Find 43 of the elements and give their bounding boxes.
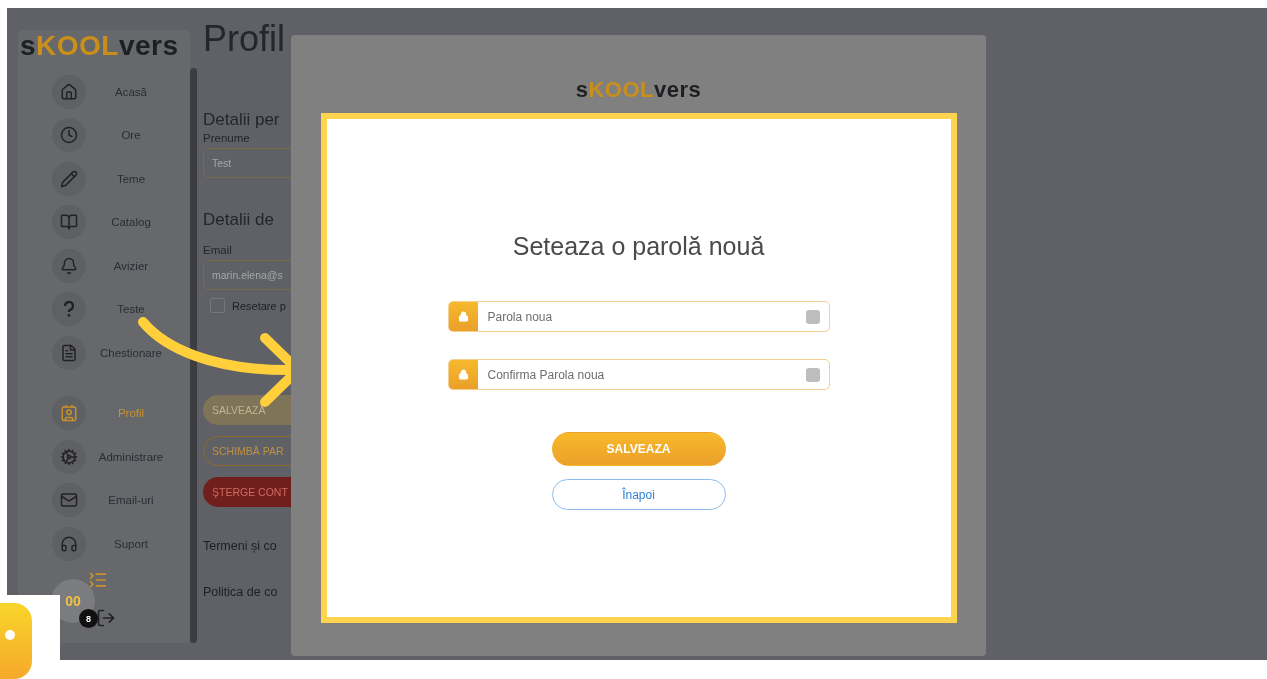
skoolvers-logo: sKOOLvers: [20, 30, 179, 62]
nav-icon: [60, 404, 78, 423]
page-title: Profil: [203, 18, 286, 60]
password-field[interactable]: Confirma Parola noua: [447, 359, 830, 390]
nav-icon: [60, 343, 78, 362]
question-icon: [64, 301, 74, 318]
footer-link[interactable]: Politica de co: [203, 585, 278, 599]
save-button[interactable]: SALVEAZA: [551, 432, 726, 466]
nav-icon: [60, 256, 78, 275]
sidebar-item[interactable]: Administrare: [18, 435, 190, 479]
nav-icon: [60, 169, 78, 188]
nav-icon: [60, 82, 78, 101]
sidebar-item[interactable]: Avizier: [18, 244, 190, 288]
section-heading: Detalii de: [203, 210, 274, 230]
lock-icon: [457, 311, 469, 322]
sidebar-item[interactable]: Profil: [18, 391, 190, 435]
field-label: Prenume: [203, 132, 250, 144]
logout-icon[interactable]: [96, 607, 116, 628]
scrollbar[interactable]: [190, 68, 197, 643]
password-field[interactable]: Parola noua: [447, 301, 830, 332]
nav-icon: [60, 213, 78, 232]
back-button[interactable]: Înapoi: [551, 479, 726, 510]
modal-title: Seteaza o parolă nouă: [512, 232, 765, 261]
checkbox-label: Resetare p: [232, 299, 286, 312]
lock-icon: [457, 369, 469, 380]
footer-link[interactable]: Termeni și co: [203, 539, 277, 553]
sidebar-item[interactable]: Chestionare: [18, 331, 190, 375]
skoolvers-logo: sKOOLvers: [575, 77, 702, 103]
sidebar-item[interactable]: Suport: [18, 522, 190, 566]
sidebar-item[interactable]: Catalog: [18, 200, 190, 244]
nav-icon: [60, 447, 78, 466]
collapse-menu-icon[interactable]: [88, 569, 108, 590]
sidebar-item[interactable]: Email-uri: [18, 478, 190, 522]
nav-icon: [60, 491, 78, 510]
nav-icon: [60, 126, 78, 145]
field-label: Email: [203, 244, 232, 256]
sidebar-item[interactable]: Teme: [18, 157, 190, 201]
sidebar-item[interactable]: Teste: [18, 287, 190, 331]
section-heading: Detalii per: [203, 110, 280, 130]
sidebar-item[interactable]: Ore: [18, 113, 190, 157]
checkbox[interactable]: [210, 298, 225, 313]
nav-icon: [60, 534, 78, 553]
sidebar-item[interactable]: Acasă: [18, 70, 190, 114]
